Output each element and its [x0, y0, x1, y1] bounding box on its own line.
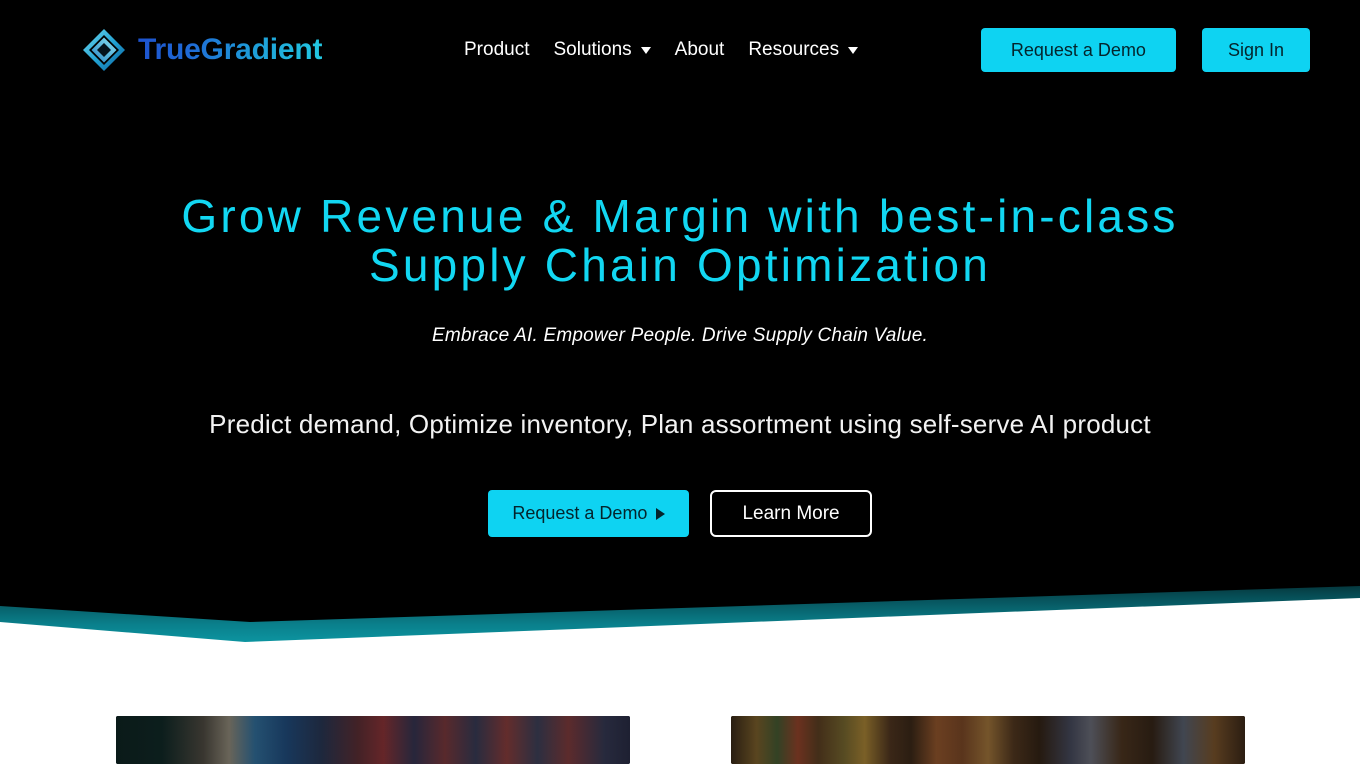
- brand-name: TrueGradient: [138, 26, 323, 74]
- nav-item-product[interactable]: Product: [464, 34, 529, 65]
- nav-item-solutions[interactable]: Solutions: [553, 34, 651, 65]
- diamond-cube-logo-icon: [83, 29, 125, 71]
- nav-menu: Product Solutions About Resources: [464, 0, 859, 99]
- hero-headline: Grow Revenue & Margin with best-in-class…: [181, 190, 1179, 291]
- chevron-down-icon: [848, 47, 859, 54]
- top-navigation-bar: TrueGradient Product Solutions About Res…: [0, 0, 1360, 99]
- hero-request-demo-label: Request a Demo: [512, 503, 648, 523]
- nav-item-label: Solutions: [553, 39, 632, 60]
- feature-card-shipping-port[interactable]: [116, 716, 630, 764]
- feature-cards-row: [0, 716, 1360, 764]
- brand-logo[interactable]: TrueGradient: [80, 26, 323, 74]
- nav-item-about[interactable]: About: [675, 34, 725, 65]
- retail-shelf-store-image: [731, 716, 1245, 764]
- hero-request-demo-button[interactable]: Request a Demo: [488, 490, 690, 537]
- nav-item-resources[interactable]: Resources: [748, 34, 859, 65]
- hero-section: TrueGradient Product Solutions About Res…: [0, 0, 1360, 600]
- sign-in-button[interactable]: Sign In: [1201, 28, 1310, 72]
- hero-tagline: Embrace AI. Empower People. Drive Supply…: [431, 325, 929, 346]
- nav-item-label: Product: [464, 39, 530, 60]
- hero-cta-row: Request a Demo Learn More: [0, 490, 1360, 537]
- hero-subheading: Predict demand, Optimize inventory, Plan…: [209, 409, 1151, 439]
- landing-page: TrueGradient Product Solutions About Res…: [0, 0, 1360, 764]
- hero-learn-more-button[interactable]: Learn More: [710, 490, 872, 537]
- chevron-down-icon: [640, 47, 651, 54]
- nav-request-demo-button[interactable]: Request a Demo: [980, 28, 1176, 72]
- shipping-port-aerial-image: [116, 716, 630, 764]
- play-triangle-icon: [656, 507, 666, 520]
- feature-card-retail-shelf[interactable]: [731, 716, 1245, 764]
- nav-actions: Request a Demo Sign In: [980, 28, 1310, 72]
- nav-item-label: About: [674, 39, 725, 60]
- nav-item-label: Resources: [748, 39, 840, 60]
